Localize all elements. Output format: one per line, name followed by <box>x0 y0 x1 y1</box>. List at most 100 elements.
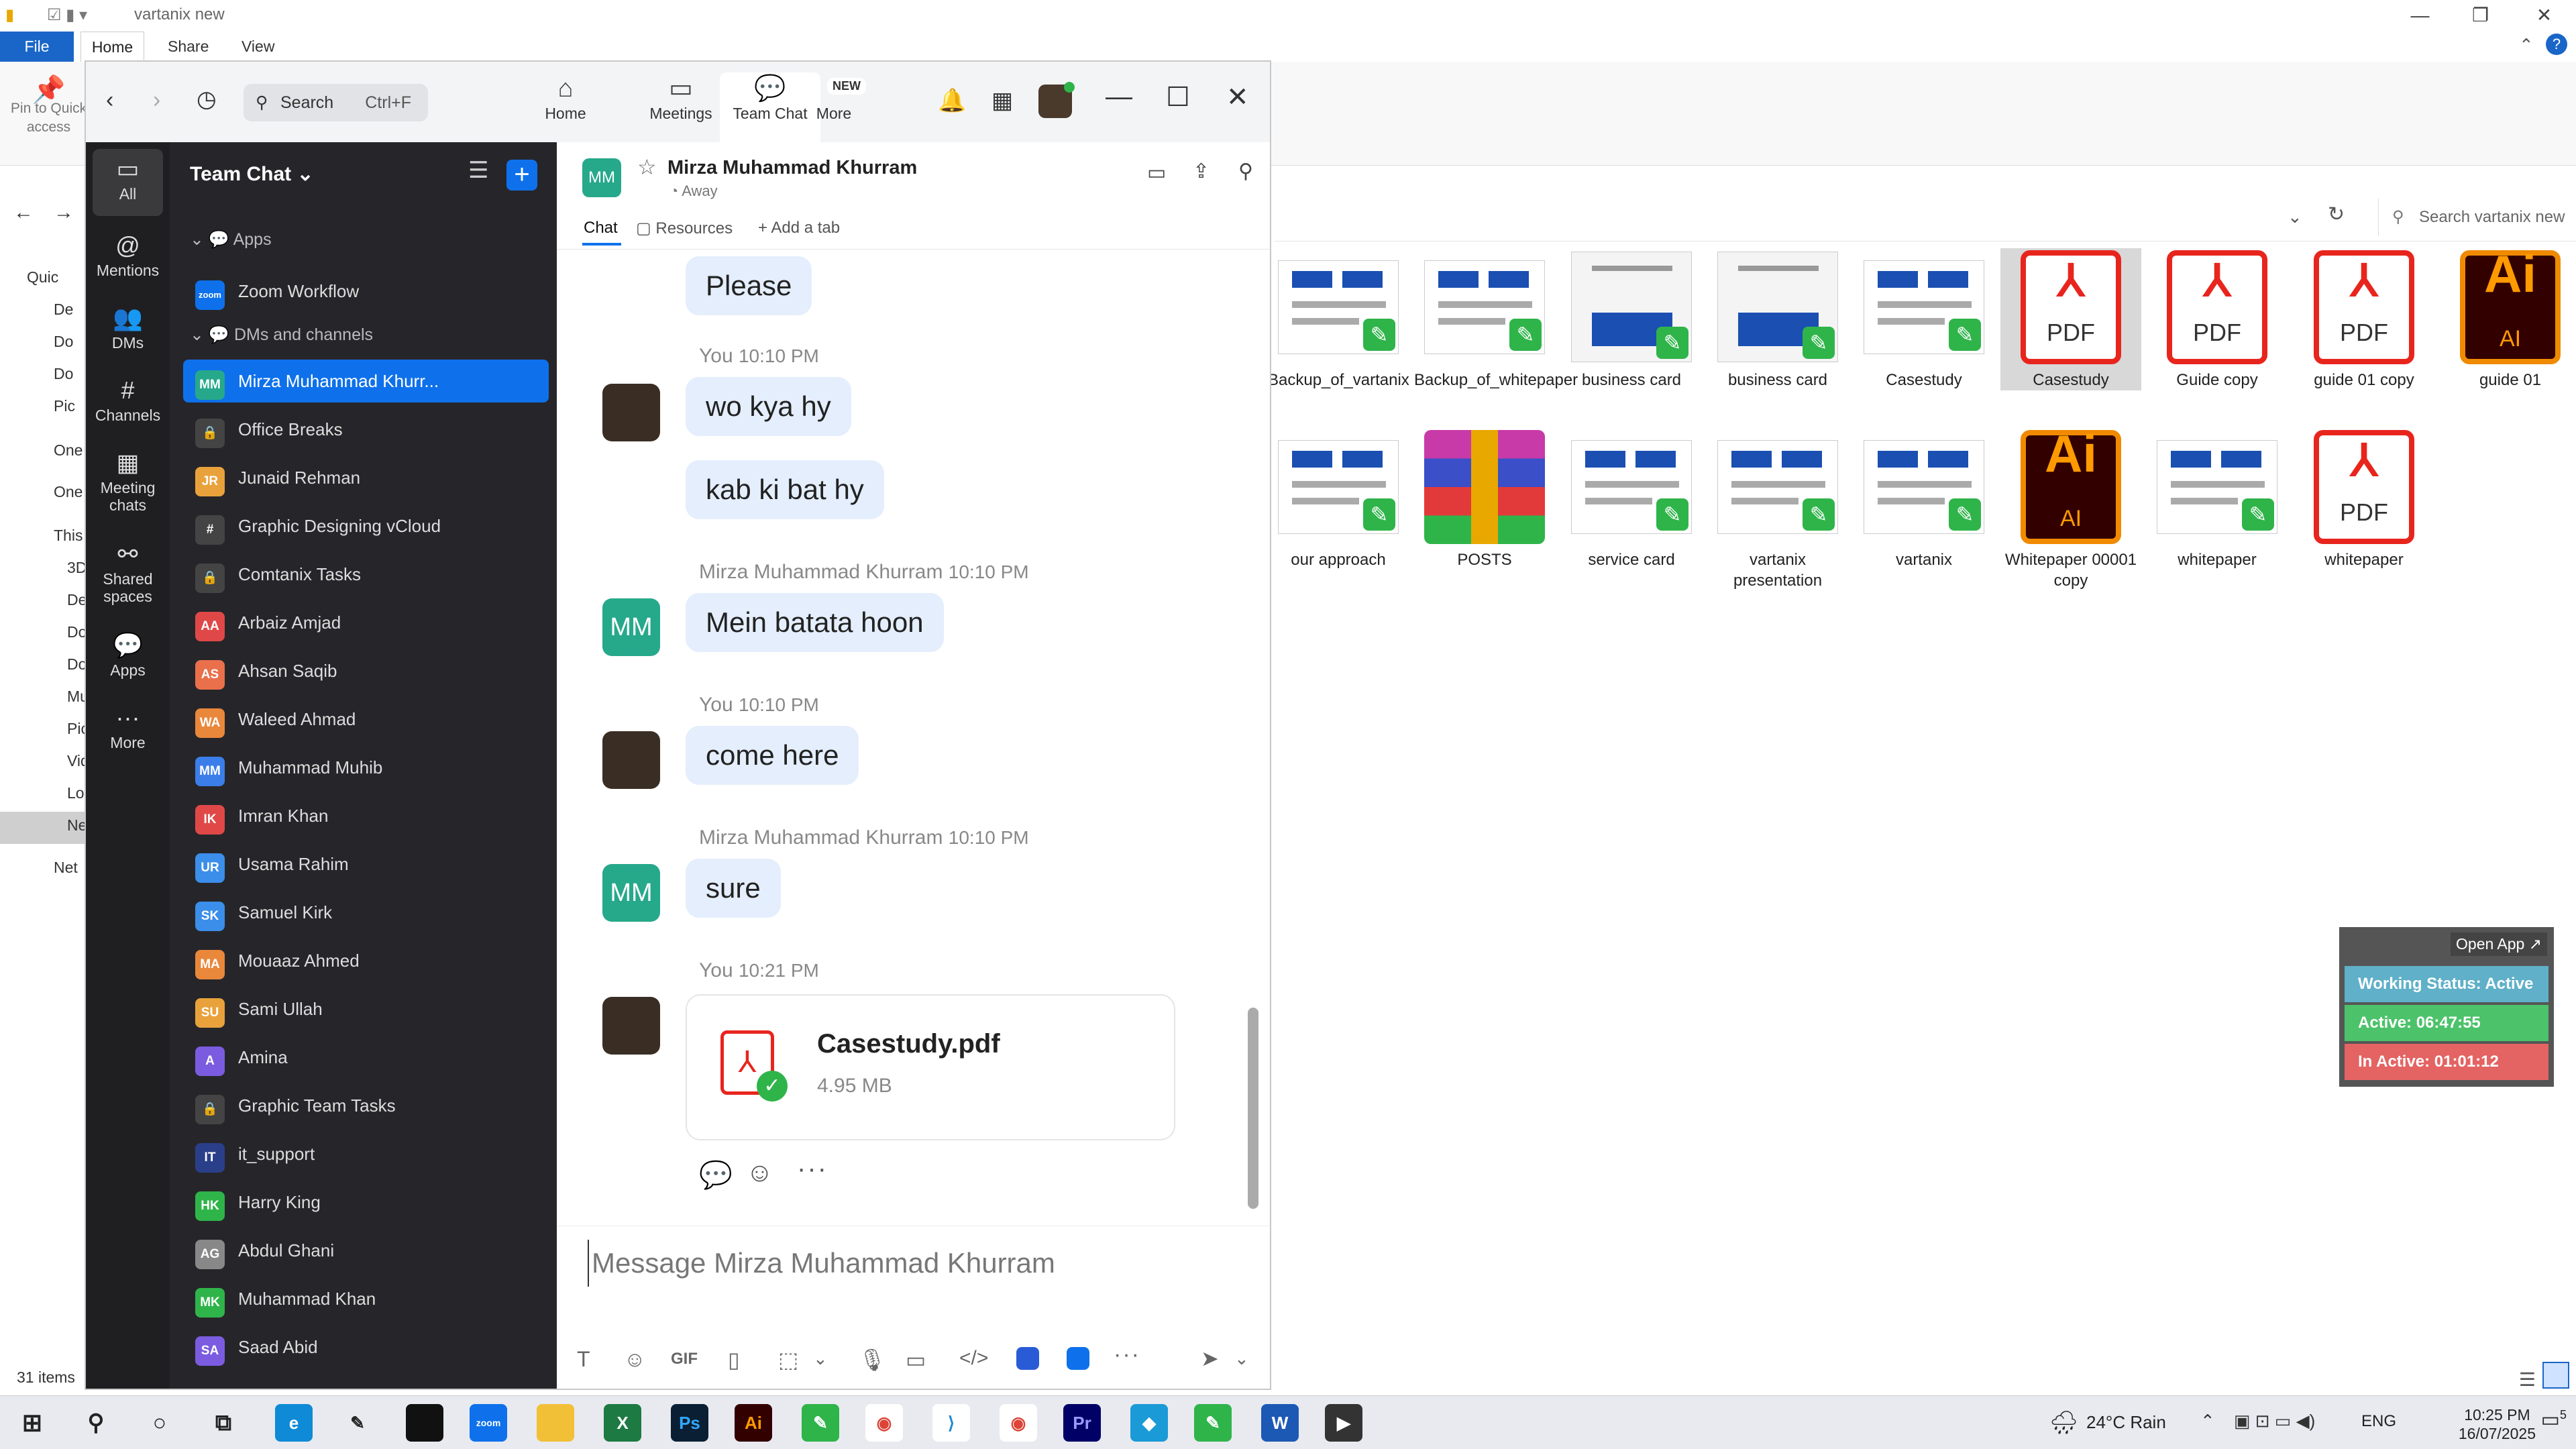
zoom-taskbar-icon[interactable]: zoom <box>470 1404 507 1442</box>
calendar-icon[interactable]: ▦ <box>991 87 1013 114</box>
tab-resources[interactable]: ▢ Resources <box>636 219 733 238</box>
file-item[interactable]: ✎ Backup_of_vartanix <box>1268 248 1409 390</box>
emoji-icon[interactable]: ☺ <box>624 1347 646 1372</box>
tab-chat[interactable]: Chat <box>584 219 618 237</box>
rail-more[interactable]: ··· More <box>86 702 170 751</box>
send-icon[interactable]: ➤ <box>1201 1346 1219 1371</box>
app-integration-icon[interactable] <box>1016 1347 1039 1370</box>
app-green-icon[interactable]: ✎ <box>802 1404 839 1442</box>
my-avatar[interactable] <box>602 731 660 789</box>
edge-icon[interactable]: e <box>275 1404 313 1442</box>
forward-icon[interactable]: › <box>153 87 160 113</box>
windows-start-icon[interactable]: ⊞ <box>13 1404 51 1442</box>
chat-row[interactable]: AS Ahsan Saqib <box>183 649 549 692</box>
filter-icon[interactable]: ☰ <box>468 157 488 184</box>
nav-item[interactable]: Ne <box>67 816 87 835</box>
chat-row[interactable]: A Amina <box>183 1036 549 1079</box>
nav-item[interactable]: 3D <box>67 559 87 577</box>
search-icon[interactable]: ⚲ <box>77 1404 115 1442</box>
file-explorer-icon[interactable] <box>537 1404 574 1442</box>
chat-row[interactable]: MK Muhammad Khan <box>183 1277 549 1320</box>
chat-row[interactable]: AA Arbaiz Amjad <box>183 601 549 644</box>
message-bubble[interactable]: Please <box>686 256 812 315</box>
video-camera-icon[interactable]: ▭ <box>1147 161 1166 184</box>
chat-scrollbar[interactable] <box>1248 1008 1258 1209</box>
chat-row[interactable]: 🔒 Comtanix Tasks <box>183 553 549 596</box>
chat-row[interactable]: SU Sami Ullah <box>183 987 549 1030</box>
rail-meeting-chats[interactable]: ▦ Meeting chats <box>86 447 170 514</box>
rail-apps[interactable]: 💬 Apps <box>86 629 170 679</box>
message-bubble[interactable]: sure <box>686 859 781 918</box>
more-options-icon[interactable]: ··· <box>1114 1342 1140 1368</box>
ribbon-tab-home[interactable]: Home <box>80 32 144 62</box>
code-snippet-icon[interactable]: </> <box>959 1347 988 1370</box>
close-icon[interactable]: ✕ <box>2512 0 2576 32</box>
chat-row[interactable]: 🔒 Office Breaks <box>183 408 549 451</box>
chrome-icon[interactable]: ◉ <box>865 1404 903 1442</box>
message-bubble[interactable]: kab ki bat hy <box>686 460 884 519</box>
text-format-icon[interactable]: T <box>577 1347 590 1372</box>
vscode-icon[interactable]: ⟩ <box>932 1404 970 1442</box>
close-icon[interactable]: ✕ <box>1226 82 1249 113</box>
nav-item[interactable]: Do <box>67 623 87 641</box>
details-view-icon[interactable]: ☰ <box>2519 1368 2536 1391</box>
file-item[interactable]: ✎ Casestudy <box>1854 248 1994 390</box>
my-avatar[interactable] <box>602 997 660 1055</box>
help-icon[interactable]: ? <box>2546 34 2567 55</box>
restore-icon[interactable]: ❐ <box>2449 0 2512 32</box>
contact-avatar[interactable]: MM <box>602 598 660 656</box>
message-bubble[interactable]: come here <box>686 726 859 785</box>
chevron-down-icon[interactable]: ⌄ <box>2288 207 2302 227</box>
my-avatar[interactable] <box>602 384 660 441</box>
chevron-down-icon[interactable]: ⌄ <box>813 1348 828 1369</box>
rail-mentions[interactable]: @ Mentions <box>86 229 170 279</box>
illustrator-icon[interactable]: Ai <box>735 1404 772 1442</box>
task-view-icon[interactable]: ⧉ <box>205 1404 242 1442</box>
minimize-icon[interactable]: — <box>1106 82 1132 112</box>
minimize-icon[interactable]: — <box>2388 0 2452 32</box>
rail-shared-spaces[interactable]: ⚯ Shared spaces <box>86 538 170 605</box>
nav-this-pc[interactable]: This <box>54 527 83 545</box>
chevron-down-icon[interactable]: ⌄ <box>1234 1348 1249 1369</box>
tray-icons[interactable]: ▣ ⊡ ▭ ◀) <box>2234 1411 2315 1432</box>
nav-onedrive[interactable]: One <box>54 483 83 501</box>
pen-icon[interactable]: ✎ <box>339 1404 376 1442</box>
file-item[interactable]: ✎ vartanix <box>1854 428 1994 570</box>
chat-row[interactable]: IT it_support <box>183 1132 549 1175</box>
file-item[interactable]: ⅄ PDF guide 01 copy <box>2294 248 2434 390</box>
share-screen-icon[interactable]: ⇪ <box>1193 160 1210 183</box>
section-apps[interactable]: ⌄ 💬 Apps <box>190 229 272 250</box>
maximize-icon[interactable]: ☐ <box>1166 82 1190 113</box>
chat-row[interactable]: IK Imran Khan <box>183 794 549 837</box>
reply-thread-icon[interactable]: 💬 <box>699 1159 733 1191</box>
chat-row[interactable]: JR Junaid Rehman <box>183 456 549 499</box>
excel-icon[interactable]: X <box>604 1404 641 1442</box>
tab-home[interactable]: ⌂ Home <box>515 72 616 123</box>
chat-row[interactable]: UR Usama Rahim <box>183 843 549 885</box>
rail-channels[interactable]: # Channels <box>86 374 170 424</box>
message-bubble[interactable]: wo kya hy <box>686 377 851 436</box>
rail-all[interactable]: ▭ All <box>93 149 163 216</box>
tab-add[interactable]: + Add a tab <box>758 219 840 237</box>
chat-row[interactable]: WA Waleed Ahmad <box>183 698 549 741</box>
profile-avatar[interactable] <box>1038 82 1075 118</box>
refresh-icon[interactable]: ↻ <box>2328 203 2345 226</box>
new-chat-button[interactable]: + <box>506 160 537 191</box>
file-attachment-card[interactable]: ⅄ ✓ Casestudy.pdf 4.95 MB <box>686 994 1175 1140</box>
file-item[interactable]: ✎ our approach <box>1268 428 1409 570</box>
terminal-icon[interactable] <box>406 1404 443 1442</box>
quick-access-toolbar[interactable]: ☑ ▮ ▾ <box>47 5 87 25</box>
file-item[interactable]: ⅄ PDF whitepaper <box>2294 428 2434 570</box>
contact-avatar[interactable]: MM <box>582 158 621 197</box>
file-item[interactable]: ✎ vartanix presentation <box>1707 428 1848 591</box>
section-dms-channels[interactable]: ⌄ 💬 DMs and channels <box>190 325 373 345</box>
star-icon[interactable]: ☆ <box>637 154 657 180</box>
contact-avatar[interactable]: MM <box>602 864 660 922</box>
file-icon[interactable]: ▯ <box>728 1347 740 1373</box>
chat-row[interactable]: 🔒 Graphic Team Tasks <box>183 1084 549 1127</box>
file-item[interactable]: ✎ business card <box>1561 248 1702 390</box>
add-reaction-icon[interactable]: ☺ <box>746 1158 773 1188</box>
bell-icon[interactable]: 🔔 <box>938 87 966 114</box>
open-app-button[interactable]: Open App ↗ <box>2451 932 2547 956</box>
chat-row[interactable]: MM Mirza Muhammad Khurr... <box>183 360 549 402</box>
